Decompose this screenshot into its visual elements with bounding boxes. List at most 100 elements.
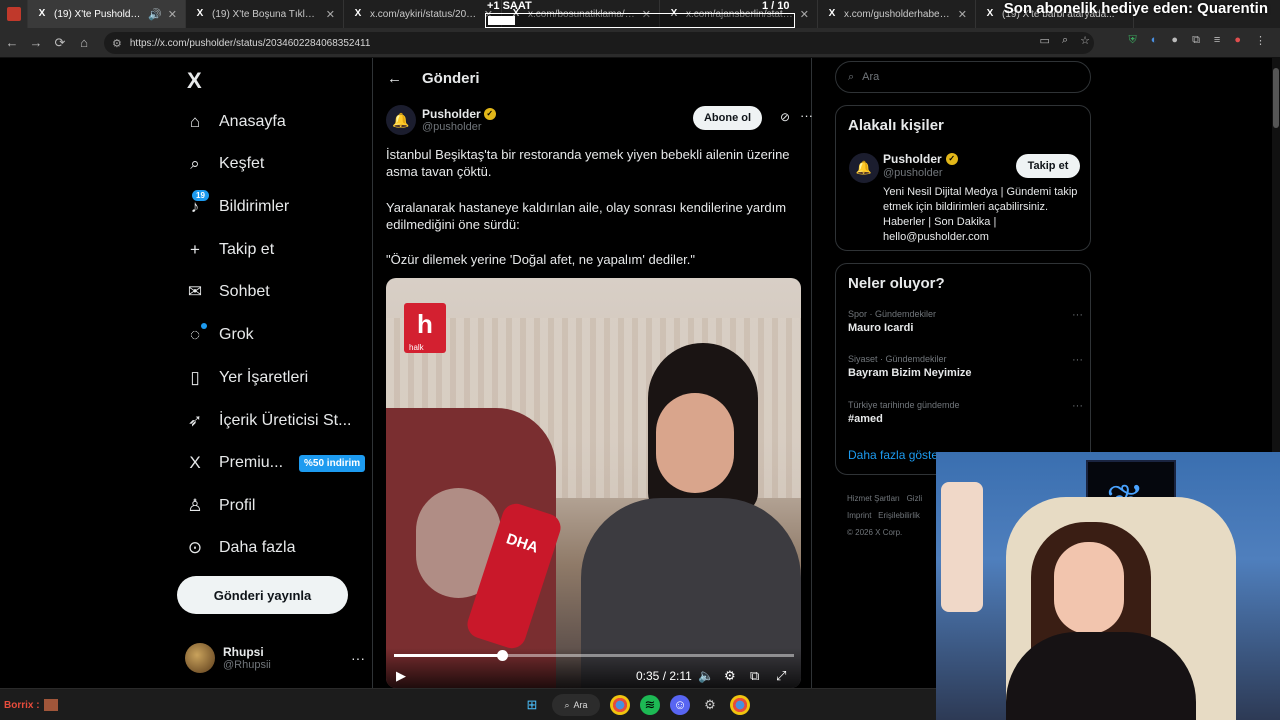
back-arrow-icon[interactable]: ← xyxy=(387,70,402,87)
zoom-icon[interactable]: ⌕ xyxy=(1062,34,1068,47)
x-logo-icon: X xyxy=(354,8,362,19)
close-tab-icon[interactable]: ✕ xyxy=(800,8,809,21)
sidebar-item-creator-studio[interactable]: ➶ İçerik Üreticisi St... xyxy=(185,403,352,439)
audio-icon[interactable]: 🔊 xyxy=(148,8,162,21)
stream-timer-label: +1 SAAT xyxy=(487,0,532,12)
address-bar[interactable]: ⚙ https://x.com/pusholder/status/2034602… xyxy=(104,32,1094,54)
taskbar-search-label: Ara xyxy=(573,700,588,710)
windows-start-icon[interactable]: ⊞ xyxy=(522,695,542,715)
back-icon[interactable]: ← xyxy=(0,35,24,50)
fullscreen-icon[interactable]: ⤢ xyxy=(776,668,786,684)
shield-extension-icon[interactable]: ⛨ xyxy=(1129,34,1137,47)
close-tab-icon[interactable]: ✕ xyxy=(326,8,335,21)
spotify-icon[interactable]: ≋ xyxy=(640,695,660,715)
browser-tab[interactable]: Xx.com/gusholderhaber/status/2 ✕ xyxy=(818,0,976,28)
play-icon[interactable]: ▶ xyxy=(396,668,406,684)
trend-name: Mauro Icardi xyxy=(848,322,914,334)
search-box[interactable]: ⌕ xyxy=(835,61,1091,93)
grok-explain-icon[interactable]: ⊘ xyxy=(780,110,790,124)
trend-item[interactable]: Spor · Gündemdekiler Mauro Icardi ··· xyxy=(848,309,1083,334)
forward-icon[interactable]: → xyxy=(24,35,48,50)
page-scrollbar[interactable] xyxy=(1272,58,1280,452)
show-more-link[interactable]: Daha fazla göster xyxy=(848,448,942,462)
taskbar-search[interactable]: ⌕ Ara xyxy=(552,694,600,716)
rocket-icon: ➶ xyxy=(187,411,203,430)
post-text: İstanbul Beşiktaş'ta bir restoranda yeme… xyxy=(386,147,790,179)
more-icon[interactable]: ··· xyxy=(351,650,365,666)
trend-item[interactable]: Türkiye tarihinde gündemde #amed ··· xyxy=(848,400,1083,425)
follow-button[interactable]: Takip et xyxy=(1016,154,1080,178)
author-handle[interactable]: @pusholder xyxy=(422,121,496,133)
chrome-icon[interactable] xyxy=(610,695,630,715)
related-name[interactable]: Pusholder xyxy=(883,152,942,166)
scrollbar-thumb[interactable] xyxy=(1273,68,1279,128)
sidebar-item-chat[interactable]: ✉ Sohbet xyxy=(185,274,270,310)
author-name[interactable]: Pusholder xyxy=(422,107,481,121)
video-progress-track[interactable] xyxy=(394,650,794,661)
footer-link[interactable]: Gizli xyxy=(907,494,923,503)
video-controls: ▶ 0:35 / 2:11 🔈 ⚙ ⧉ ⤢ xyxy=(386,648,801,688)
sidebar-item-notifications[interactable]: ♪ 19 Bildirimler xyxy=(185,189,289,225)
cast-icon[interactable]: ▭ xyxy=(1040,34,1050,47)
chrome-icon[interactable] xyxy=(730,695,750,715)
sidebar-item-home[interactable]: ⌂ Anasayfa xyxy=(185,104,286,140)
grok-icon: ◌ xyxy=(185,323,207,345)
video-scrubber[interactable] xyxy=(497,650,508,661)
related-handle[interactable]: @pusholder xyxy=(883,167,942,179)
post-button[interactable]: Gönderi yayınla xyxy=(177,576,348,614)
pinned-tab[interactable] xyxy=(0,0,28,28)
close-tab-icon[interactable]: ✕ xyxy=(958,8,967,21)
footer-link[interactable]: Hizmet Şartları xyxy=(847,494,900,503)
home-browser-icon[interactable]: ⌂ xyxy=(72,35,96,50)
sidebar-item-label: Sohbet xyxy=(219,283,270,300)
sidebar-item-grok[interactable]: ◌ Grok xyxy=(185,317,254,353)
more-icon[interactable]: ··· xyxy=(1072,400,1083,412)
sidebar-item-profile[interactable]: ♙ Profil xyxy=(185,488,255,524)
stream-goal-fill xyxy=(488,16,516,25)
pip-icon[interactable]: ⧉ xyxy=(750,668,759,684)
chat-emote-icon xyxy=(43,699,58,711)
more-icon[interactable]: ··· xyxy=(800,108,813,123)
related-avatar[interactable]: 🔔 xyxy=(849,153,879,183)
related-name-row[interactable]: Pusholder ✓ xyxy=(883,152,958,166)
reload-icon[interactable]: ⟳ xyxy=(48,35,72,51)
more-circle-icon: ⊙ xyxy=(187,538,203,557)
footer-link[interactable]: Imprint xyxy=(847,511,871,520)
sidebar-item-explore[interactable]: ⌕ Keşfet xyxy=(185,146,264,182)
follow-icon: + xyxy=(190,240,200,259)
sidebar-item-more[interactable]: ⊙ Daha fazla xyxy=(185,530,296,566)
browser-tab[interactable]: Xx.com/aykiri/status/20346072✕ xyxy=(344,0,502,28)
video-player[interactable]: DHA h halk ▶ 0:35 / 2:11 🔈 ⚙ ⧉ ⤢ xyxy=(386,278,801,688)
more-icon[interactable]: ··· xyxy=(1072,354,1083,366)
trend-item[interactable]: Siyaset · Gündemdekiler Bayram Bizim Ney… xyxy=(848,354,1083,379)
settings-icon[interactable]: ⚙ xyxy=(700,695,720,715)
subscribe-button[interactable]: Abone ol xyxy=(693,106,762,130)
puzzle-extension-icon[interactable]: ⧉ xyxy=(1192,34,1200,47)
browser-tab[interactable]: X (19) X'te Boşuna Tıklama: "İzmi ✕ xyxy=(186,0,344,28)
site-info-icon[interactable]: ⚙ xyxy=(112,37,122,50)
browser-menu-icon[interactable]: ⋮ xyxy=(1255,34,1266,47)
url-text[interactable]: https://x.com/pusholder/status/203460228… xyxy=(130,38,371,49)
video-woman-face xyxy=(656,393,734,493)
account-switcher[interactable]: Rhupsi @Rhupsii ··· xyxy=(185,640,365,676)
close-tab-icon[interactable]: ✕ xyxy=(168,8,177,21)
discord-icon[interactable]: ☺ xyxy=(670,695,690,715)
author-avatar[interactable]: 🔔 xyxy=(386,105,416,135)
profile-avatar-icon[interactable]: ● xyxy=(1234,34,1241,47)
sidebar-item-follow[interactable]: + Takip et xyxy=(185,232,274,268)
media-icon[interactable]: ≡ xyxy=(1214,34,1220,47)
main-column: ← Gönderi 🔔 Pusholder ✓ @pusholder Abone … xyxy=(372,58,813,688)
sidebar-item-bookmarks[interactable]: ▯ Yer İşaretleri xyxy=(185,360,308,396)
footer-link[interactable]: Erişilebilirlik xyxy=(878,511,920,520)
cookie-extension-icon[interactable]: ● xyxy=(1171,34,1178,47)
streamer-face xyxy=(1054,542,1124,634)
bookmark-star-icon[interactable]: ☆ xyxy=(1080,34,1090,47)
search-input[interactable] xyxy=(862,71,1063,83)
more-icon[interactable]: ··· xyxy=(1072,309,1083,321)
translate-extension-icon[interactable]: ◐ xyxy=(1151,34,1158,47)
x-logo-icon[interactable]: X xyxy=(187,68,202,94)
browser-tab[interactable]: X (19) X'te Pusholder: "İstanbu 🔊 ✕ xyxy=(28,0,186,28)
sidebar-item-premium[interactable]: X Premiu... %50 indirim xyxy=(185,445,366,481)
volume-icon[interactable]: 🔈 xyxy=(698,668,714,684)
settings-icon[interactable]: ⚙ xyxy=(724,668,736,684)
